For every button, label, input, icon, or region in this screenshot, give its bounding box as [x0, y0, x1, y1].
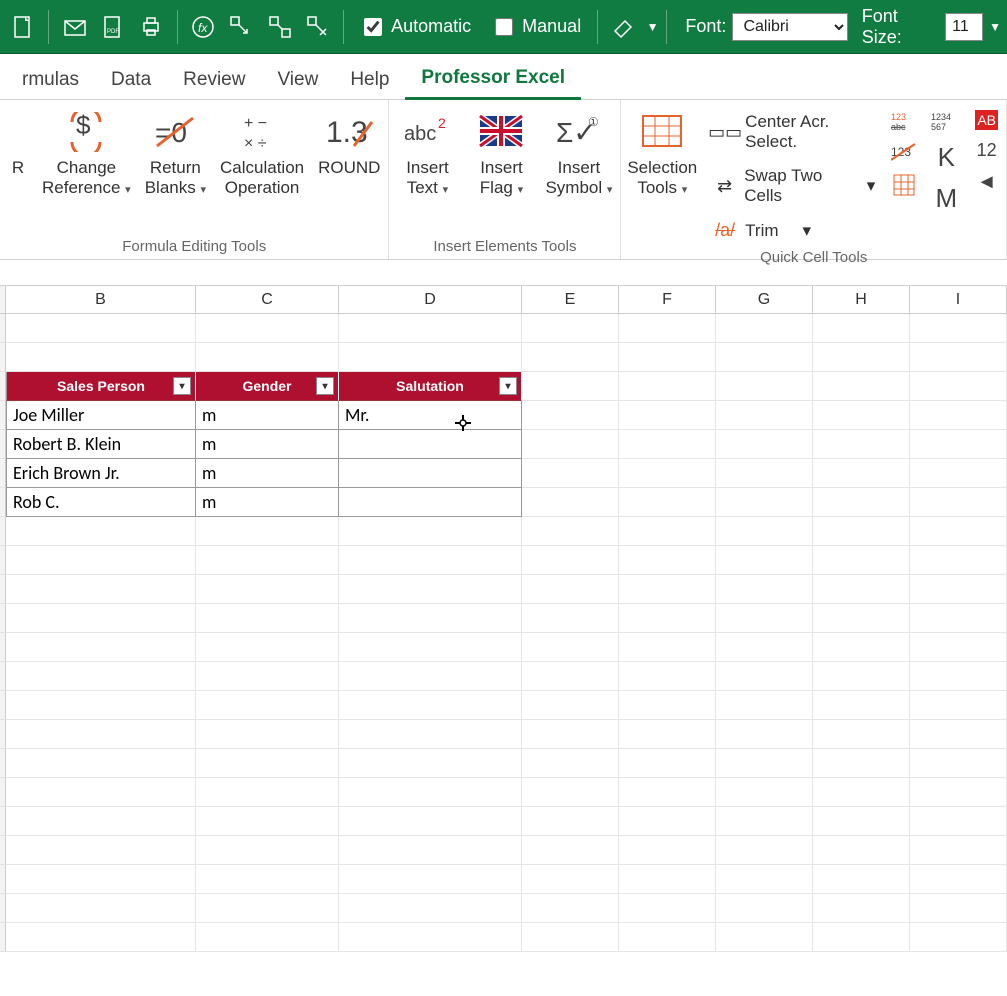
- table-header-gender[interactable]: Gender ▾: [196, 372, 339, 401]
- group-label-quick-cell: Quick Cell Tools: [629, 245, 998, 268]
- automatic-checkbox[interactable]: Automatic: [360, 15, 471, 39]
- filter-button-salutation[interactable]: ▾: [499, 377, 517, 395]
- print-icon[interactable]: [134, 9, 168, 45]
- table-row[interactable]: Rob C. m: [0, 488, 1007, 517]
- return-blanks-button[interactable]: =0 ReturnBlanks ▾: [145, 104, 206, 199]
- center-across-selection-button[interactable]: ▭▭ Center Acr. Select.: [709, 108, 877, 156]
- dollar-swap-icon: $: [66, 110, 106, 154]
- swap-two-cells-button[interactable]: ⇄ Swap Two Cells ▾: [709, 162, 877, 210]
- table-row[interactable]: Joe Miller m Mr.: [0, 401, 1007, 430]
- fontsize-input[interactable]: [945, 13, 983, 41]
- trim-button[interactable]: /a/ Trim ▾: [709, 216, 877, 245]
- calculation-operation-button[interactable]: + −× ÷ CalculationOperation: [220, 104, 304, 199]
- col-header-i[interactable]: I: [910, 286, 1007, 313]
- tab-review[interactable]: Review: [167, 59, 261, 99]
- ab-red-icon[interactable]: AB: [975, 110, 998, 130]
- grid-icon[interactable]: [893, 174, 915, 196]
- col-header-b[interactable]: B: [6, 286, 196, 313]
- col-header-f[interactable]: F: [619, 286, 716, 313]
- table-header-salutation[interactable]: Salutation ▾: [339, 372, 522, 401]
- manual-label: Manual: [522, 16, 581, 37]
- tab-formulas-partial[interactable]: rmulas: [6, 59, 95, 99]
- filter-button-sales-person[interactable]: ▾: [173, 377, 191, 395]
- svg-text:1234: 1234: [931, 112, 951, 122]
- eraser-dropdown-caret[interactable]: ▼: [647, 20, 659, 34]
- abc-icon: abc2: [402, 110, 452, 154]
- group-formula-editing: R $ ChangeReference ▾ =0 ReturnBlanks ▾ …: [0, 100, 389, 259]
- new-file-icon[interactable]: [6, 9, 40, 45]
- function-icon[interactable]: fx: [186, 9, 220, 45]
- svg-text:567: 567: [931, 122, 946, 132]
- trim-icon: /a/: [711, 220, 739, 241]
- svg-text:①: ①: [588, 115, 599, 129]
- tab-help[interactable]: Help: [334, 59, 405, 99]
- svg-text:× ÷: × ÷: [244, 135, 267, 152]
- group-label-insert-elements: Insert Elements Tools: [397, 234, 612, 257]
- pdf-file-icon[interactable]: PDF: [96, 9, 130, 45]
- svg-text:2: 2: [438, 115, 446, 131]
- manual-checkbox[interactable]: Manual: [491, 15, 581, 39]
- font-selector[interactable]: Calibri: [732, 13, 847, 41]
- group-insert-elements: abc2 InsertText ▾ InsertFlag ▾ Σ✓① Inser…: [389, 100, 621, 259]
- round-button[interactable]: 1.3 ROUND: [318, 104, 380, 178]
- numbers-icon[interactable]: 12: [977, 140, 997, 161]
- fontsize-label: Font Size:: [862, 6, 939, 48]
- col-header-h[interactable]: H: [813, 286, 910, 313]
- insert-flag-button[interactable]: InsertFlag ▾: [471, 104, 531, 199]
- calc-op-icon: + − × ÷: [242, 110, 282, 154]
- unlink-cell-icon[interactable]: [262, 9, 296, 45]
- number-pair-icon[interactable]: 1234567: [931, 110, 961, 132]
- font-label: Font:: [685, 16, 726, 37]
- round-icon: 1.3: [324, 110, 374, 154]
- svg-text:+ −: + −: [244, 115, 267, 132]
- fontsize-caret[interactable]: ▼: [989, 20, 1001, 34]
- column-headers: B C D E F G H I: [0, 286, 1007, 314]
- svg-text:abc: abc: [891, 122, 906, 132]
- quick-access-toolbar: PDF fx Automatic Manual ▼ Font: Calibri …: [0, 0, 1007, 54]
- group-quick-cell-tools: SelectionTools ▾ ▭▭ Center Acr. Select. …: [621, 100, 1007, 259]
- group-label-formula-editing: Formula Editing Tools: [8, 234, 380, 257]
- svg-text:123: 123: [891, 112, 906, 122]
- table-header-sales-person[interactable]: Sales Person ▾: [6, 372, 196, 401]
- automatic-label: Automatic: [391, 16, 471, 37]
- equals-zero-icon: =0: [153, 110, 197, 154]
- svg-text:1.3: 1.3: [326, 116, 368, 149]
- eraser-icon[interactable]: [606, 9, 640, 45]
- sheet-area[interactable]: Sales Person ▾ Gender ▾ Salutation ▾ Joe…: [0, 314, 1007, 952]
- back-arrow-icon[interactable]: ◄: [977, 171, 997, 194]
- col-header-g[interactable]: G: [716, 286, 813, 313]
- svg-text:fx: fx: [198, 21, 208, 35]
- table-row[interactable]: Erich Brown Jr. m: [0, 459, 1007, 488]
- selection-tools-button[interactable]: SelectionTools ▾: [629, 104, 695, 199]
- svg-text:PDF: PDF: [107, 29, 119, 35]
- mail-file-icon[interactable]: [57, 9, 91, 45]
- change-reference-button[interactable]: $ ChangeReference ▾: [42, 104, 131, 199]
- first-partial-button[interactable]: R: [8, 104, 28, 178]
- filter-button-gender[interactable]: ▾: [316, 377, 334, 395]
- svg-text:abc: abc: [404, 123, 436, 145]
- number-format-123-icon[interactable]: 123abc: [891, 110, 917, 132]
- link-cell-icon[interactable]: [224, 9, 258, 45]
- col-header-c[interactable]: C: [196, 286, 339, 313]
- svg-text:$: $: [76, 112, 91, 140]
- letter-k-icon[interactable]: K: [938, 142, 955, 173]
- number-strike-icon[interactable]: 123: [891, 142, 917, 164]
- col-header-e[interactable]: E: [522, 286, 619, 313]
- ribbon-content: R $ ChangeReference ▾ =0 ReturnBlanks ▾ …: [0, 100, 1007, 260]
- ribbon-tabs: rmulas Data Review View Help Professor E…: [0, 54, 1007, 100]
- tab-data[interactable]: Data: [95, 59, 167, 99]
- remove-link-icon[interactable]: [301, 9, 335, 45]
- letter-m-icon[interactable]: M: [935, 183, 957, 214]
- tab-view[interactable]: View: [261, 59, 334, 99]
- insert-text-button[interactable]: abc2 InsertText ▾: [397, 104, 457, 199]
- table-row[interactable]: Robert B. Klein m: [0, 430, 1007, 459]
- swap-icon: ⇄: [711, 176, 738, 197]
- insert-symbol-button[interactable]: Σ✓① InsertSymbol ▾: [545, 104, 612, 199]
- center-across-icon: ▭▭: [711, 122, 739, 143]
- symbol-icon: Σ✓①: [554, 110, 604, 154]
- tab-professor-excel[interactable]: Professor Excel: [405, 57, 581, 100]
- selection-icon: [639, 110, 685, 154]
- flag-icon: [478, 110, 524, 154]
- col-header-d[interactable]: D: [339, 286, 522, 313]
